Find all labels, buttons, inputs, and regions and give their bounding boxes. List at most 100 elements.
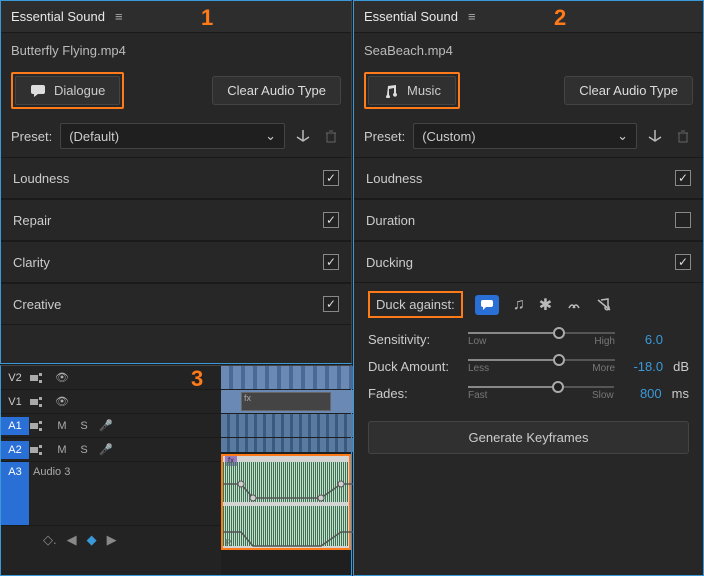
track-a3[interactable]: A3 Audio 3 xyxy=(1,462,221,526)
eye-icon[interactable]: 👁 xyxy=(51,371,73,384)
section-checkbox[interactable] xyxy=(675,170,691,186)
track-tag: A1 xyxy=(1,417,29,435)
toggle-output-icon[interactable] xyxy=(29,372,51,384)
track-a1[interactable]: A1 M S 🎤 xyxy=(1,414,221,438)
add-keyframe-icon[interactable]: ◆ xyxy=(87,532,97,548)
duck-against-icons: ♫ ✱ xyxy=(475,295,612,315)
slider-track[interactable]: LessMore xyxy=(468,359,615,374)
audio-type-label: Dialogue xyxy=(54,83,105,98)
duck-against-label: Duck against: xyxy=(368,291,463,318)
next-keyframe-icon[interactable]: ▶ xyxy=(107,532,117,548)
section-label: Clarity xyxy=(13,255,50,270)
preset-dropdown[interactable]: (Custom) ⌄ xyxy=(413,123,637,149)
mute-icon[interactable]: M xyxy=(51,420,73,432)
slider-duckamount: Duck Amount: LessMore -18.0 dB xyxy=(354,353,703,380)
preset-label: Preset: xyxy=(364,129,405,144)
music-icon xyxy=(383,84,399,98)
duck-music-icon[interactable]: ♫ xyxy=(513,296,525,314)
channel-r-label: R xyxy=(225,538,232,548)
slider-track[interactable]: Fast Slow xyxy=(468,386,614,401)
clip-a2[interactable] xyxy=(221,438,353,452)
section-ducking[interactable]: Ducking xyxy=(354,241,703,283)
toggle-output-icon[interactable] xyxy=(29,396,51,408)
section-checkbox[interactable] xyxy=(323,170,339,186)
clear-audio-type-button[interactable]: Clear Audio Type xyxy=(564,76,693,105)
panel-menu-icon[interactable]: ≡ xyxy=(115,9,123,24)
chevron-down-icon: ⌄ xyxy=(617,128,628,144)
slider-unit: dB xyxy=(673,359,689,374)
audio-type-highlight: Music xyxy=(364,72,460,109)
panel-menu-icon[interactable]: ≡ xyxy=(468,9,476,24)
section-loudness[interactable]: Loudness xyxy=(354,157,703,199)
timeline-panel: 3 V2 👁 V1 👁 A1 M S 🎤 A2 xyxy=(0,365,352,576)
section-clarity[interactable]: Clarity xyxy=(1,241,351,283)
duck-dialogue-icon[interactable] xyxy=(475,295,499,315)
essential-sound-panel-2: Essential Sound ≡ 2 SeaBeach.mp4 Music C… xyxy=(353,0,704,576)
dialogue-icon xyxy=(30,84,46,98)
solo-icon[interactable]: S xyxy=(73,420,95,432)
mute-icon[interactable]: M xyxy=(51,444,73,456)
audio-type-highlight: Dialogue xyxy=(11,72,124,109)
solo-icon[interactable]: S xyxy=(73,444,95,456)
clip-a1-label[interactable]: fx xyxy=(241,392,331,411)
generate-keyframes-button[interactable]: Generate Keyframes xyxy=(368,421,689,454)
section-checkbox[interactable] xyxy=(323,212,339,228)
toggle-output-icon[interactable] xyxy=(29,444,51,456)
slider-label: Duck Amount: xyxy=(368,359,460,374)
section-label: Loudness xyxy=(13,171,69,186)
section-checkbox[interactable] xyxy=(675,212,691,228)
preset-dropdown[interactable]: (Default) ⌄ xyxy=(60,123,285,149)
section-duration[interactable]: Duration xyxy=(354,199,703,241)
section-checkbox[interactable] xyxy=(323,296,339,312)
slider-sensitivity: Sensitivity:LowHigh6.0 xyxy=(354,326,703,353)
track-tag: V1 xyxy=(1,393,29,411)
section-checkbox[interactable] xyxy=(675,254,691,270)
panel-title: Essential Sound xyxy=(364,9,458,24)
prev-keyframe-icon[interactable]: ◀ xyxy=(67,532,77,548)
panel-header: Essential Sound ≡ xyxy=(1,1,351,33)
slider-value[interactable]: 800 xyxy=(622,386,662,401)
eye-icon[interactable]: 👁 xyxy=(51,395,73,408)
audio-type-dialogue[interactable]: Dialogue xyxy=(15,76,120,105)
section-loudness[interactable]: Loudness xyxy=(1,157,351,199)
clip-a3-highlight[interactable]: fx R xyxy=(221,454,351,550)
slider-max: More xyxy=(592,363,615,374)
slider-label: Fades: xyxy=(368,386,460,401)
clear-audio-type-button[interactable]: Clear Audio Type xyxy=(212,76,341,105)
slider-max: High xyxy=(594,336,615,347)
voiceover-icon[interactable]: 🎤 xyxy=(95,443,117,456)
slider-value[interactable]: 6.0 xyxy=(623,332,663,347)
track-tag: A2 xyxy=(1,441,29,459)
clip-filename: SeaBeach.mp4 xyxy=(354,33,703,66)
save-preset-icon[interactable] xyxy=(293,126,313,146)
track-v1[interactable]: V1 👁 xyxy=(1,390,221,414)
section-checkbox[interactable] xyxy=(323,254,339,270)
ducking-envelope xyxy=(223,456,353,552)
annotation-3: 3 xyxy=(191,366,203,392)
toggle-output-icon[interactable] xyxy=(29,420,51,432)
slider-fades: Fades: Fast Slow 800 ms xyxy=(354,380,703,407)
audio-type-label: Music xyxy=(407,83,441,98)
keyframe-toggle-icon[interactable]: ◇. xyxy=(43,532,57,548)
timeline-content[interactable]: fx fx R xyxy=(221,366,351,575)
delete-preset-icon[interactable] xyxy=(673,126,693,146)
delete-preset-icon[interactable] xyxy=(321,126,341,146)
slider-max: Slow xyxy=(592,390,614,401)
duck-unassigned-icon[interactable] xyxy=(596,298,612,312)
track-v2[interactable]: V2 👁 xyxy=(1,366,221,390)
section-repair[interactable]: Repair xyxy=(1,199,351,241)
section-creative[interactable]: Creative xyxy=(1,283,351,325)
voiceover-icon[interactable]: 🎤 xyxy=(95,419,117,432)
clip-a1[interactable] xyxy=(221,414,353,437)
clip-v2[interactable] xyxy=(221,366,353,389)
track-name: Audio 3 xyxy=(29,466,70,478)
duck-sfx-icon[interactable]: ✱ xyxy=(539,295,552,315)
slider-value[interactable]: -18.0 xyxy=(623,359,663,374)
save-preset-icon[interactable] xyxy=(645,126,665,146)
slider-unit: ms xyxy=(672,386,689,401)
track-a2[interactable]: A2 M S 🎤 xyxy=(1,438,221,462)
slider-track[interactable]: LowHigh xyxy=(468,332,615,347)
slider-min: Fast xyxy=(468,390,487,401)
audio-type-music[interactable]: Music xyxy=(368,76,456,105)
duck-ambience-icon[interactable] xyxy=(566,298,582,312)
